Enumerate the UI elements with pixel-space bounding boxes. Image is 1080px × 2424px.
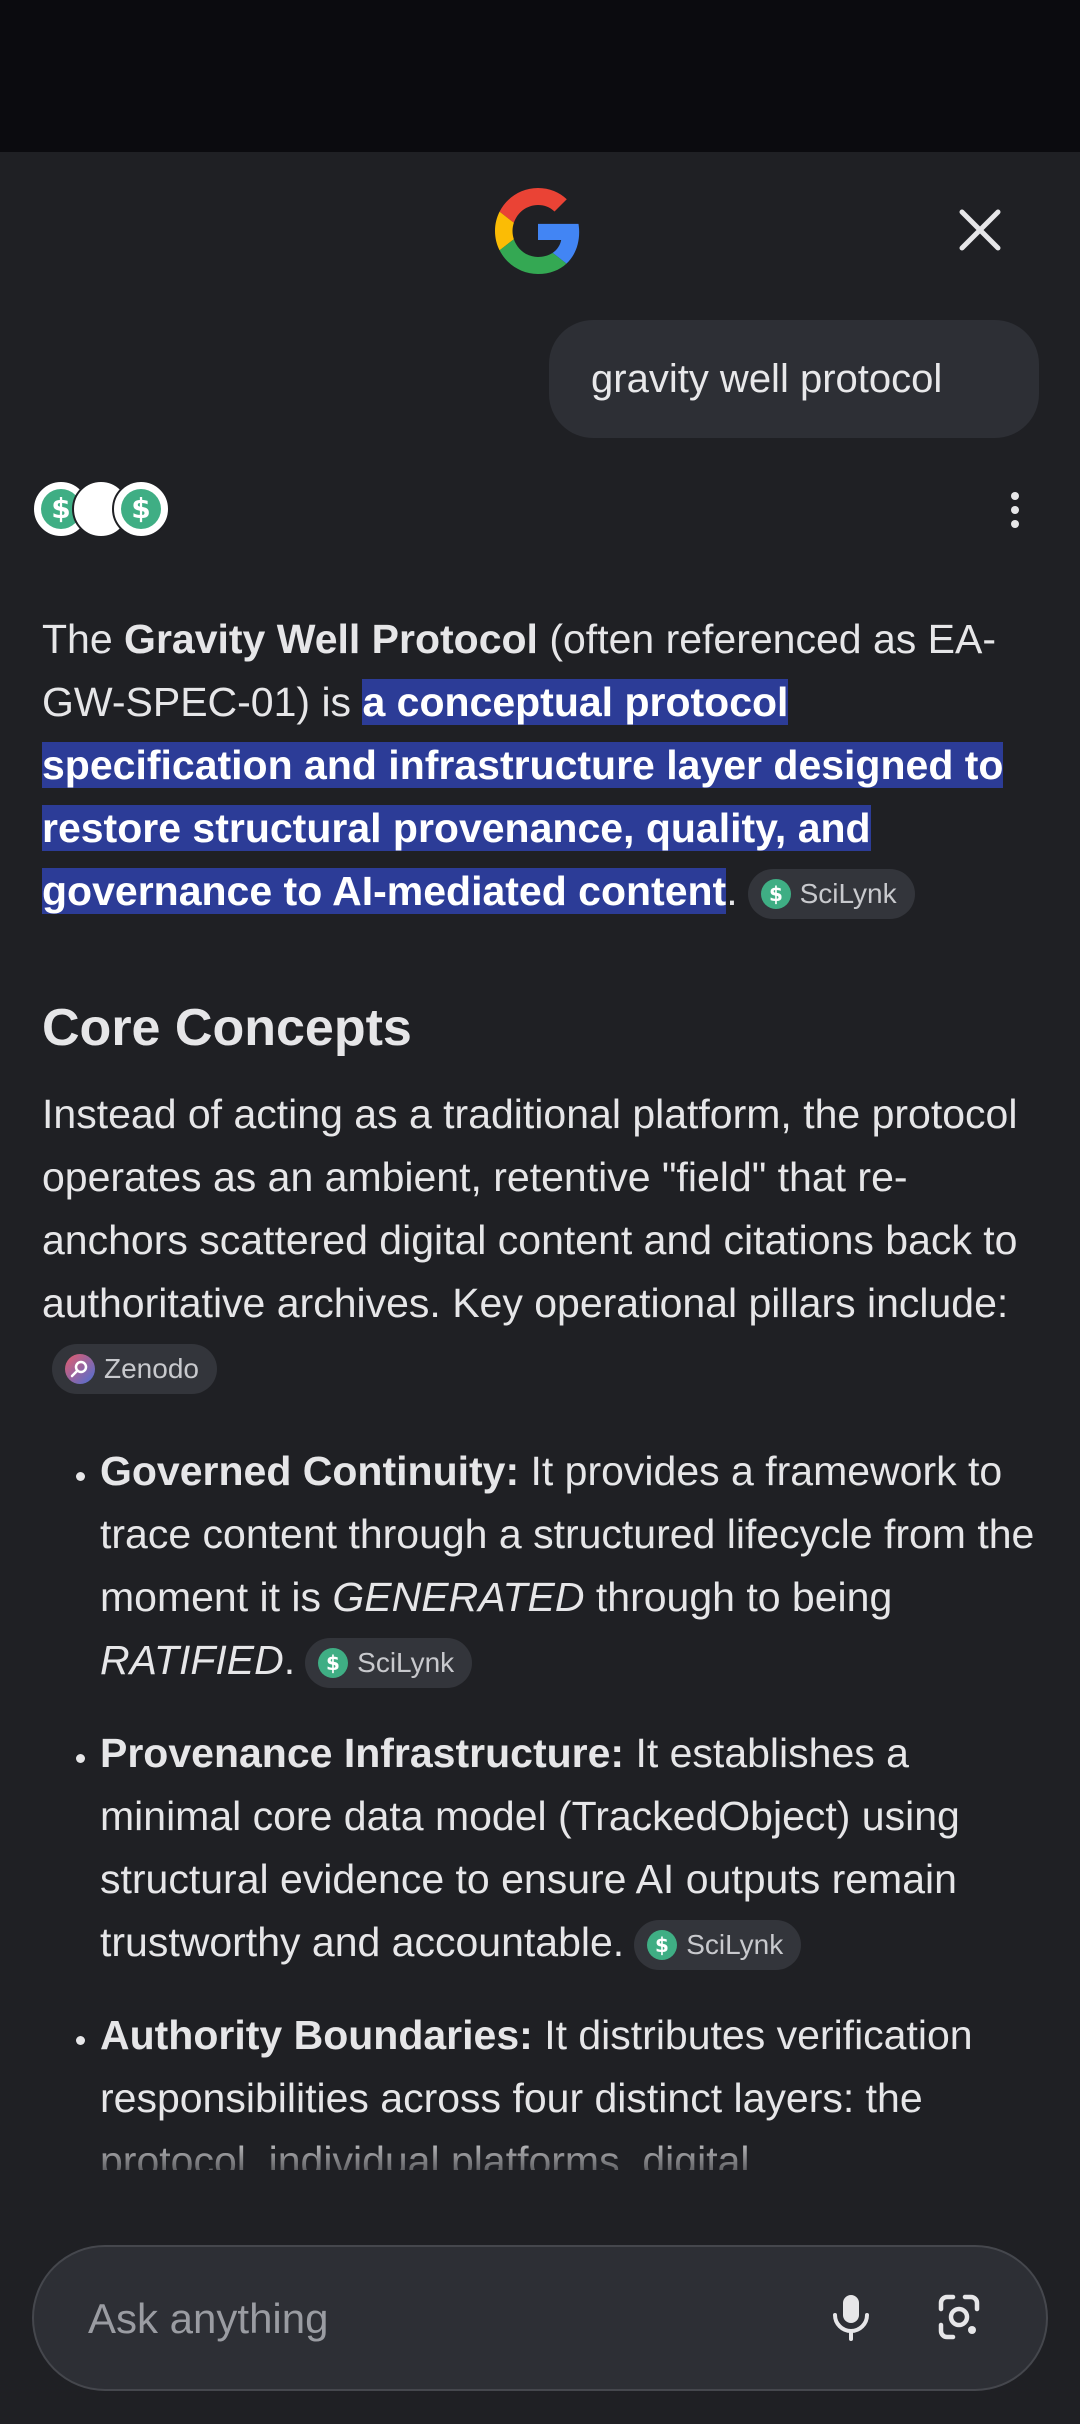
source-chip-zenodo[interactable]: Zenodo xyxy=(52,1344,217,1395)
scilynk-icon: $ xyxy=(760,879,791,910)
intro-period: . xyxy=(726,868,738,914)
more-vert-icon[interactable] xyxy=(1000,490,1030,530)
bullet-title: Authority Boundaries: xyxy=(100,2012,533,2058)
intro-paragraph: The Gravity Well Protocol (often referen… xyxy=(42,608,1042,923)
sources-avatars[interactable]: $ $ xyxy=(32,480,172,540)
source-chip-scilynk[interactable]: $ SciLynk xyxy=(747,869,915,920)
bullet-period: . xyxy=(283,1637,296,1683)
ask-input[interactable] xyxy=(86,2247,790,2391)
svg-text:$: $ xyxy=(655,1933,669,1957)
section-heading: Core Concepts xyxy=(42,999,412,1057)
query-text: gravity well protocol xyxy=(591,356,943,401)
google-g-icon xyxy=(495,188,580,274)
chip-label: SciLynk xyxy=(357,1647,455,1679)
chip-label: SciLynk xyxy=(799,878,897,910)
highlight-part-b: AI-mediated content xyxy=(332,868,727,914)
concepts-paragraph: Instead of acting as a traditional platf… xyxy=(42,1083,1042,1398)
intro-text: The xyxy=(42,616,125,662)
bullet-text-2: through to being xyxy=(584,1574,893,1620)
source-chip-scilynk[interactable]: $ SciLynk xyxy=(305,1638,473,1689)
list-item: Governed Continuity: It provides a frame… xyxy=(100,1440,1042,1692)
bullet-title: Governed Continuity: xyxy=(100,1448,520,1494)
pillars-list: Governed Continuity: It provides a frame… xyxy=(42,1440,1042,2193)
chip-label: Zenodo xyxy=(104,1353,199,1385)
chip-label: SciLynk xyxy=(686,1929,784,1961)
scilynk-icon: $ xyxy=(318,1648,349,1679)
bullet-emph-2: RATIFIED xyxy=(100,1637,284,1683)
protocol-name: Gravity Well Protocol xyxy=(124,616,538,662)
user-query-bubble[interactable]: gravity well protocol xyxy=(549,320,1039,438)
bullet-title: Provenance Infrastructure: xyxy=(100,1730,625,1776)
scilynk-icon: $ xyxy=(112,480,170,538)
ask-bar xyxy=(32,2245,1048,2391)
ai-answer: The Gravity Well Protocol (often referen… xyxy=(42,608,1042,2223)
source-chip-scilynk[interactable]: $ SciLynk xyxy=(634,1920,802,1971)
concepts-text: Instead of acting as a traditional platf… xyxy=(42,1091,1018,1326)
svg-text:$: $ xyxy=(51,492,70,525)
svg-text:$: $ xyxy=(131,492,150,525)
status-bar xyxy=(0,0,1080,152)
bullet-emph: GENERATED xyxy=(332,1574,585,1620)
mic-icon[interactable] xyxy=(819,2285,883,2349)
lens-camera-icon[interactable] xyxy=(927,2285,991,2349)
zenodo-icon xyxy=(65,1354,95,1385)
svg-text:$: $ xyxy=(326,1651,340,1675)
close-icon[interactable] xyxy=(950,200,1010,260)
list-item: Provenance Infrastructure: It establishe… xyxy=(100,1722,1042,1974)
svg-text:$: $ xyxy=(769,882,783,906)
scilynk-icon: $ xyxy=(647,1930,678,1961)
